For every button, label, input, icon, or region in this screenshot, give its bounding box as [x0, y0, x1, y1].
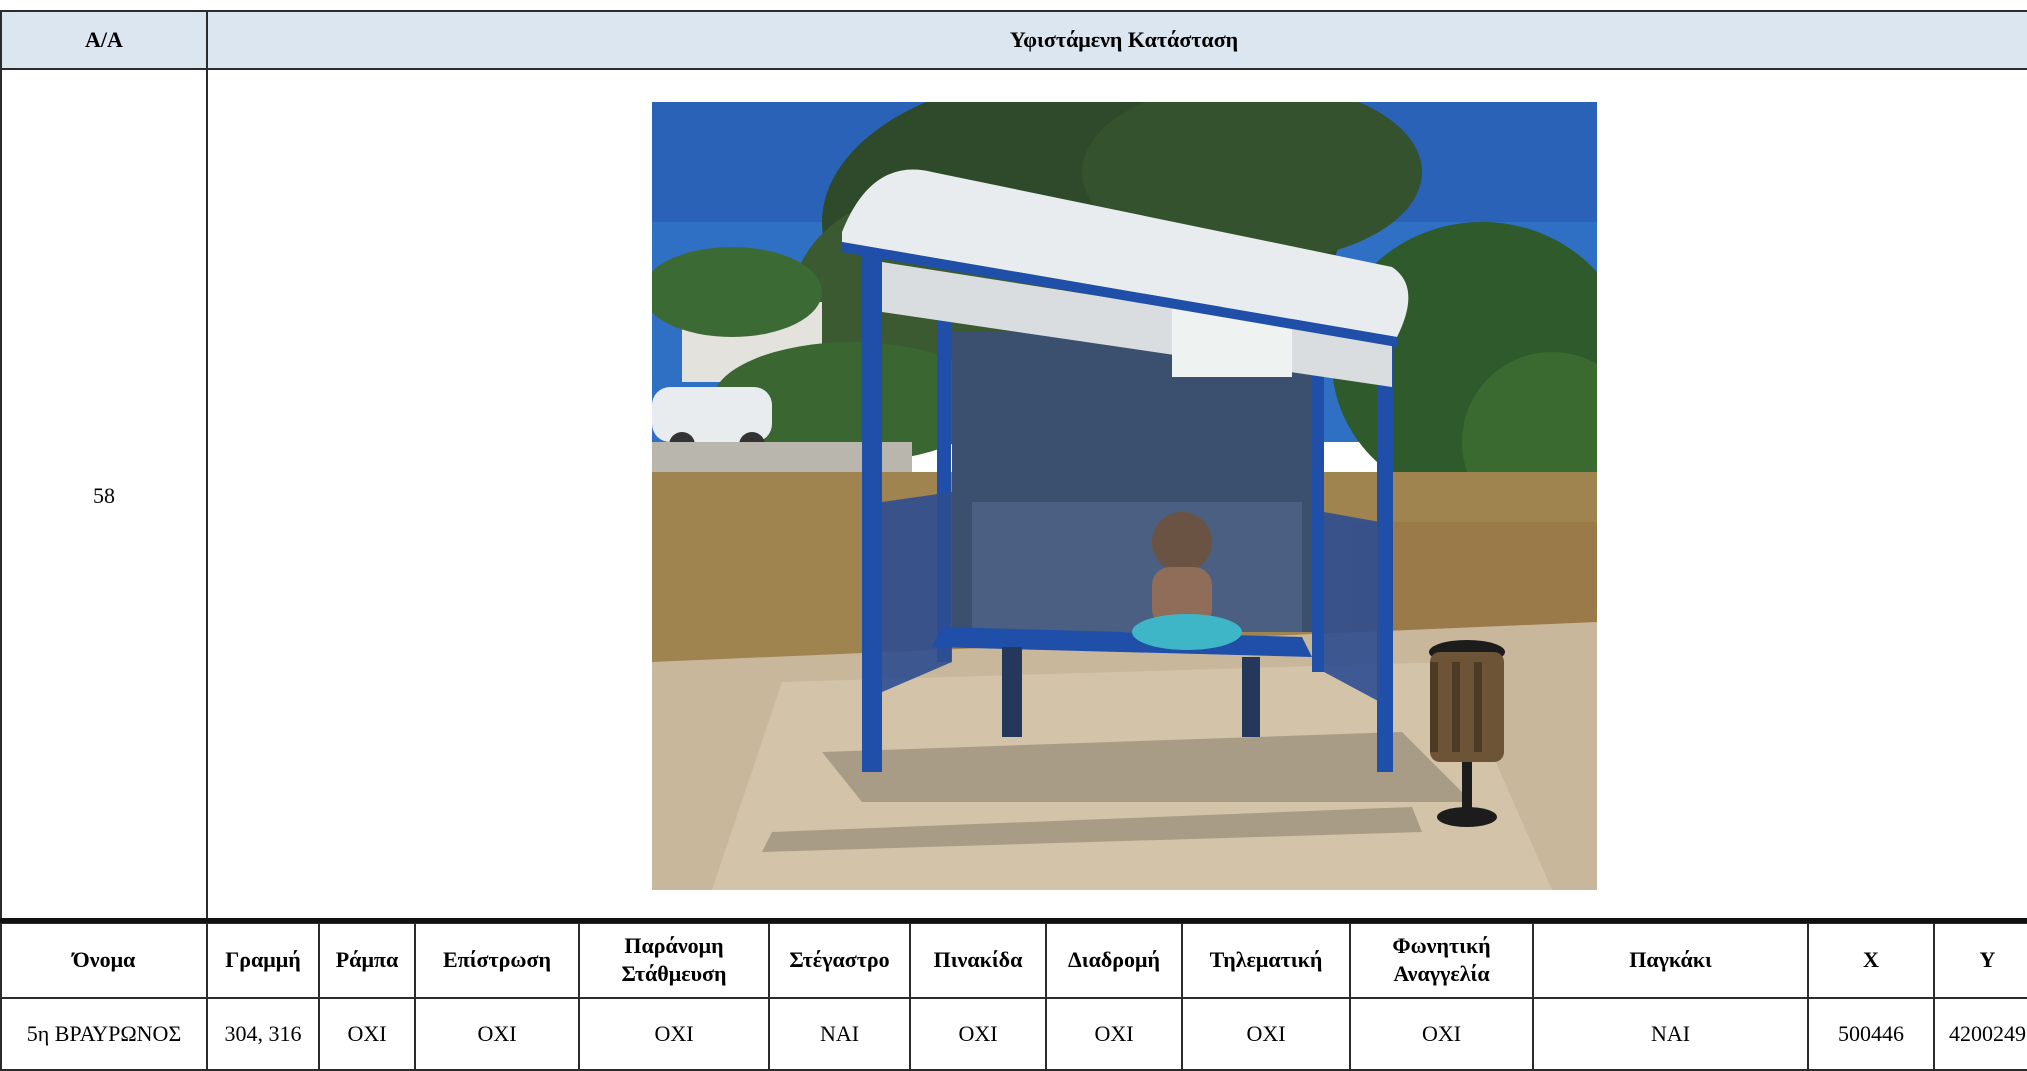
- value-illegal-parking: OXI: [578, 997, 770, 1071]
- header-name: Όνομα: [0, 918, 208, 999]
- value-name: 5η ΒΡΑΥΡΩΝΟΣ: [0, 997, 208, 1071]
- value-bench: NAI: [1532, 997, 1809, 1071]
- header-y: Y: [1933, 918, 2027, 999]
- value-sign: OXI: [909, 997, 1047, 1071]
- header-line: Γραμμή: [206, 918, 320, 999]
- value-ramp: OXI: [318, 997, 416, 1071]
- header-paving: Επίστρωση: [414, 918, 580, 999]
- photo-cell: [206, 68, 2027, 924]
- header-telematics: Τηλεματική: [1181, 918, 1351, 999]
- status-table: A/A Υφιστάμενη Κατάσταση 58: [0, 10, 2027, 924]
- status-table-header-row: A/A Υφιστάμενη Κατάσταση: [0, 10, 2027, 70]
- header-voice-announcement: Φωνητική Αναγγελία: [1349, 918, 1534, 999]
- value-shelter: NAI: [768, 997, 911, 1071]
- value-line: 304, 316: [206, 997, 320, 1071]
- value-telematics: OXI: [1181, 997, 1351, 1071]
- attributes-value-row: 5η ΒΡΑΥΡΩΝΟΣ 304, 316 OXI OXI OXI NAI OX…: [0, 997, 2027, 1071]
- header-aa: A/A: [0, 10, 208, 70]
- header-bench: Παγκάκι: [1532, 918, 1809, 999]
- status-table-row: 58: [0, 68, 2027, 924]
- value-voice-announcement: OXI: [1349, 997, 1534, 1071]
- bus-stop-photo: [651, 102, 1597, 890]
- value-paving: OXI: [414, 997, 580, 1071]
- document-page: A/A Υφιστάμενη Κατάσταση 58 Όνομα Γραμμή…: [0, 0, 2027, 1071]
- header-route: Διαδρομή: [1045, 918, 1183, 999]
- attributes-header-row: Όνομα Γραμμή Ράμπα Επίστρωση Παράνομη Στ…: [0, 918, 2027, 999]
- value-x: 500446: [1807, 997, 1935, 1071]
- row-number: 58: [0, 68, 208, 924]
- header-x: X: [1807, 918, 1935, 999]
- stop-attributes-table: Όνομα Γραμμή Ράμπα Επίστρωση Παράνομη Στ…: [0, 918, 2027, 1071]
- header-current-status: Υφιστάμενη Κατάσταση: [206, 10, 2027, 70]
- header-sign: Πινακίδα: [909, 918, 1047, 999]
- header-shelter: Στέγαστρο: [768, 918, 911, 999]
- header-ramp: Ράμπα: [318, 918, 416, 999]
- value-route: OXI: [1045, 997, 1183, 1071]
- header-illegal-parking: Παράνομη Στάθμευση: [578, 918, 770, 999]
- value-y: 4200249: [1933, 997, 2027, 1071]
